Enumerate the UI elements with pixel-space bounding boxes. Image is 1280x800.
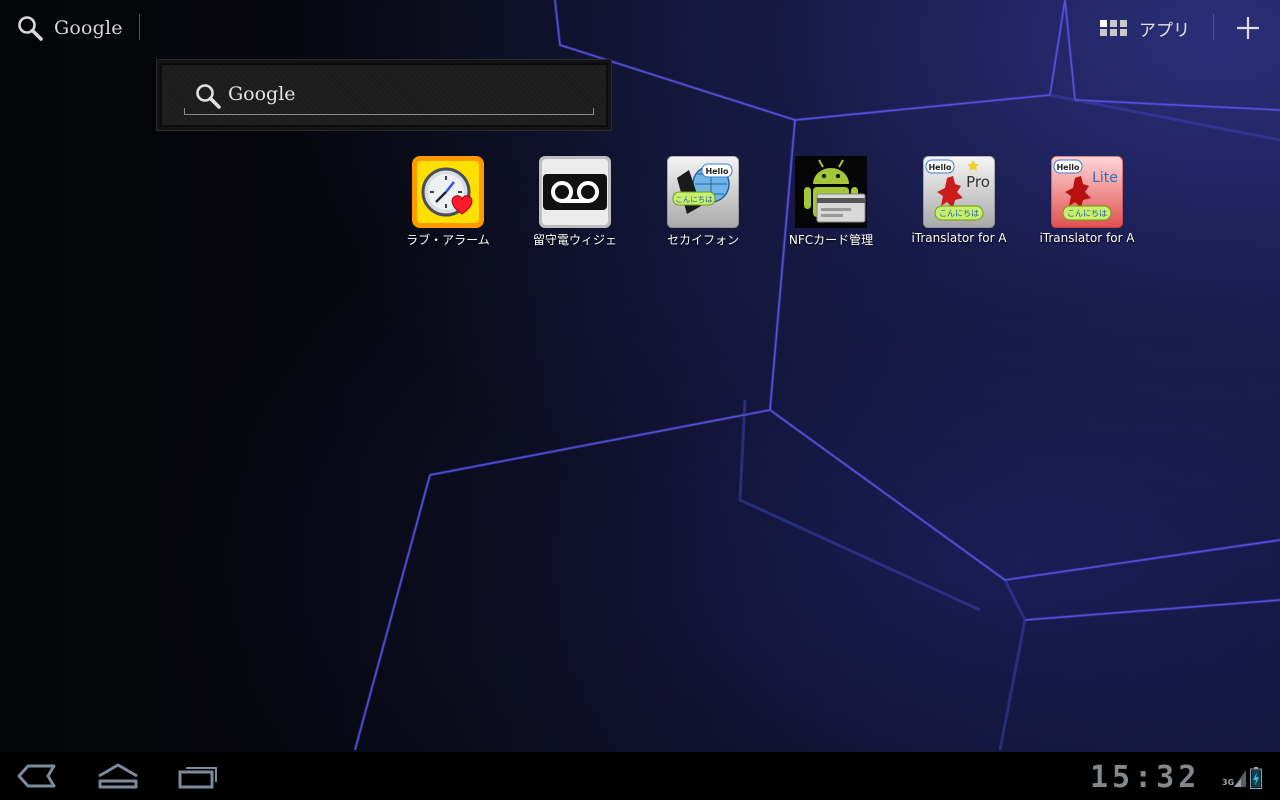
recent-apps-icon[interactable] (176, 762, 220, 790)
app-label: iTranslator for A (911, 231, 1007, 245)
app-label: NFCカード管理 (788, 233, 874, 247)
search-icon (18, 16, 43, 41)
widget-search-label: Google (228, 83, 296, 105)
konnichiwa-badge: こんにちは (1067, 209, 1107, 218)
widget-search-field[interactable]: Google (184, 80, 594, 115)
app-itranslator-lite[interactable]: Hello Lite こんにちは iTranslator for A (1035, 155, 1139, 252)
itranslator-lite-icon: Hello Lite こんにちは (1050, 155, 1124, 229)
app-voicemail-widget[interactable]: 留守電ウィジェ (523, 156, 627, 252)
widget-body: Google (162, 65, 606, 125)
voicemail-widget-icon (539, 156, 611, 228)
hello-badge: Hello (1056, 163, 1080, 172)
add-icon[interactable] (1234, 14, 1262, 42)
itranslator-pro-icon: Hello Pro こんにちは (922, 155, 996, 229)
pro-badge: Pro (966, 173, 990, 191)
app-label: iTranslator for A (1039, 231, 1135, 245)
system-bar: 15:32 3G (0, 752, 1280, 800)
love-alarm-icon (412, 156, 484, 228)
app-nfc-card-manager[interactable]: NFCカード管理 (779, 156, 883, 252)
konnichiwa-badge: こんにちは (939, 209, 979, 218)
app-love-alarm[interactable]: ラブ・アラーム (396, 156, 500, 252)
google-search-label: Google (54, 17, 123, 39)
konnichiwa-badge: こんにちは (675, 195, 713, 204)
apps-grid-icon (1100, 20, 1127, 36)
app-label: 留守電ウィジェ (532, 233, 617, 247)
apps-button[interactable]: アプリ (1098, 14, 1190, 42)
back-icon[interactable] (16, 762, 58, 790)
lite-badge: Lite (1092, 170, 1118, 186)
app-sekai-phone[interactable]: Hello こんにちは セカイフォン (651, 155, 755, 252)
top-right-divider (1213, 14, 1214, 40)
signal-icon (1234, 770, 1246, 787)
google-search-button[interactable]: Google (16, 12, 123, 44)
sekai-phone-icon: Hello こんにちは (666, 155, 740, 229)
home-screen: Google アプリ Google ラブ・アラーム 留守電ウィジェ Hello … (0, 0, 1280, 800)
app-label: セカイフォン (666, 233, 739, 247)
status-clock[interactable]: 15:32 (1090, 760, 1200, 795)
hello-badge: Hello (705, 167, 729, 176)
google-search-widget: Google (156, 59, 612, 131)
top-divider (139, 14, 140, 40)
battery-charging-icon (1250, 767, 1262, 789)
nfc-card-manager-icon (795, 156, 867, 228)
home-icon[interactable] (96, 762, 140, 790)
hello-badge: Hello (928, 163, 952, 172)
app-itranslator-pro[interactable]: Hello Pro こんにちは iTranslator for A (907, 155, 1011, 252)
app-label: ラブ・アラーム (406, 233, 490, 247)
apps-label: アプリ (1139, 20, 1190, 41)
search-icon (196, 84, 221, 109)
